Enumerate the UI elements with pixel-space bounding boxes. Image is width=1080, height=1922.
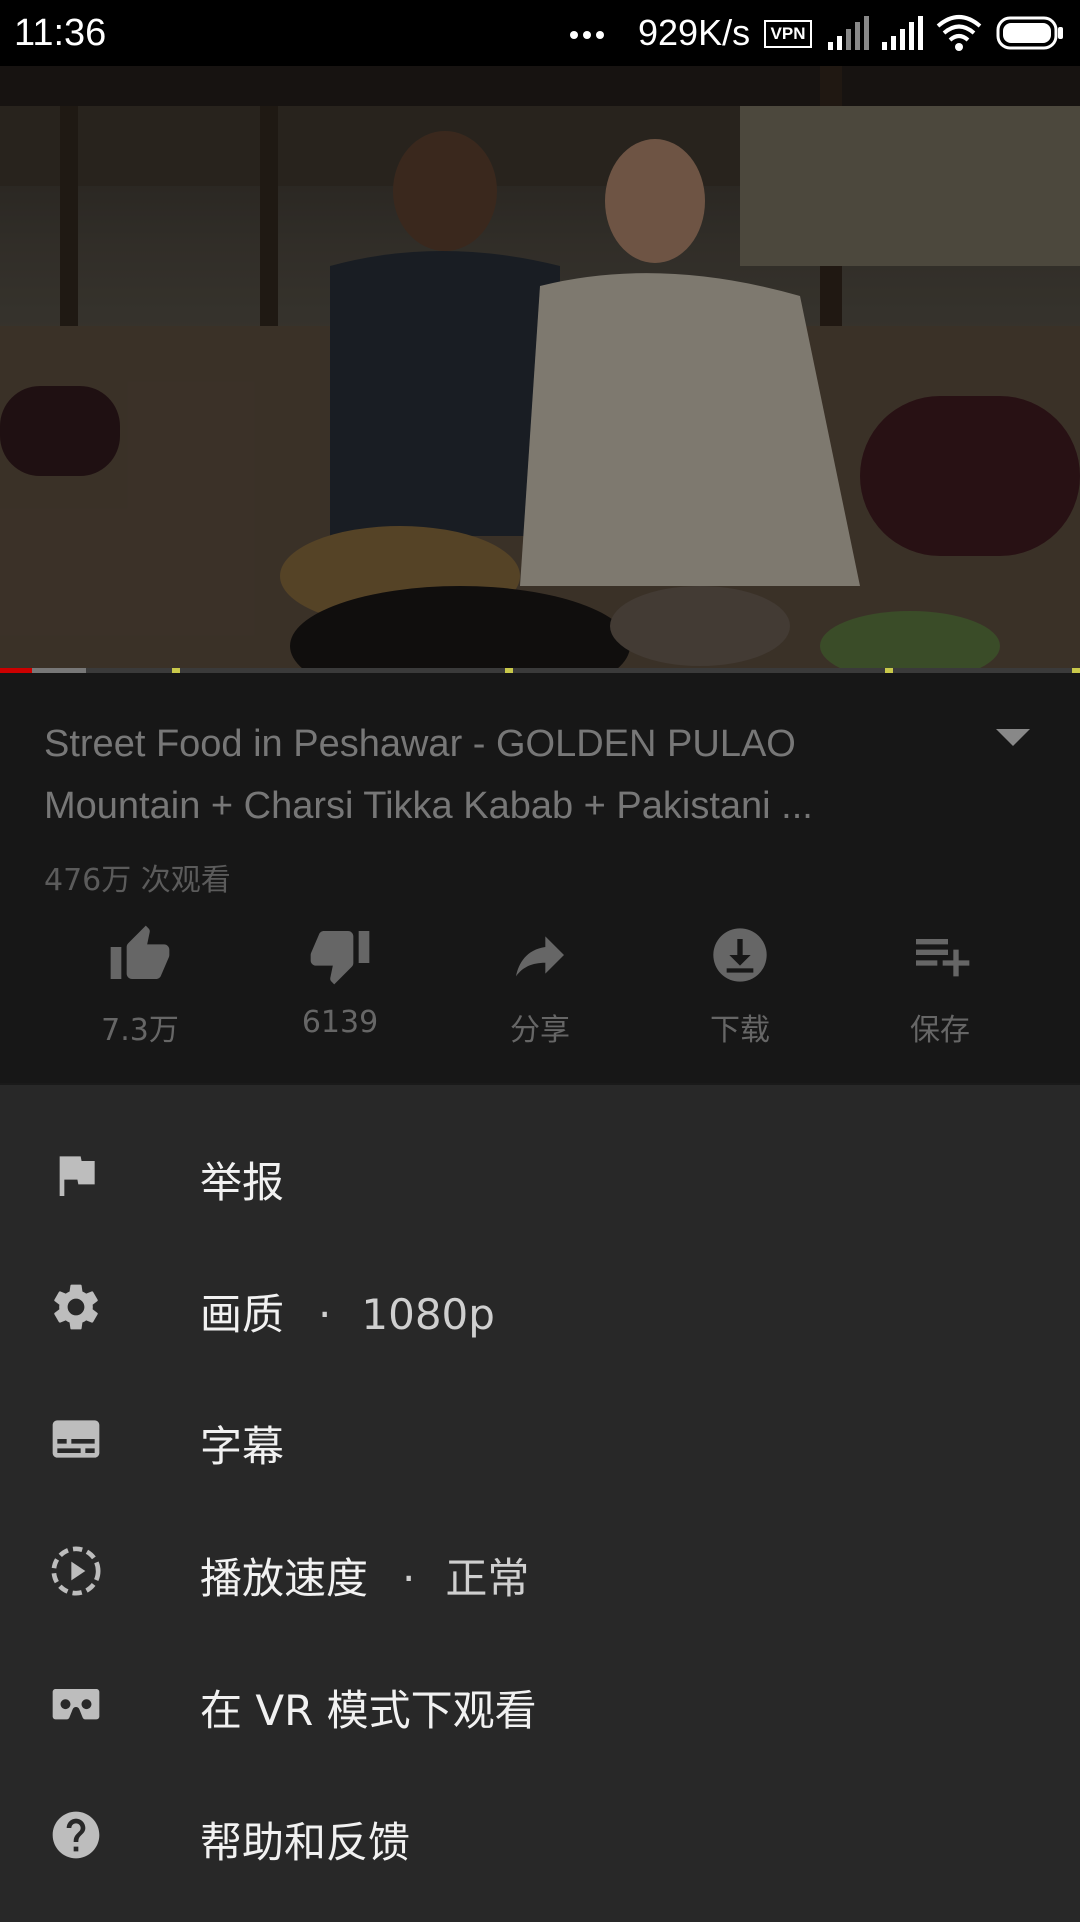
menu-item-label: 播放速度 — [200, 1554, 369, 1603]
battery-icon — [996, 16, 1063, 50]
subtitles-icon — [52, 1420, 100, 1458]
download-label: 下载 — [710, 1013, 770, 1048]
action-bar: 7.3万 6139 分享 下载 保存 — [0, 923, 1080, 1073]
separator-dot: · — [318, 1290, 332, 1339]
like-count: 7.3万 — [101, 1013, 179, 1048]
network-speed: 929K/s — [638, 12, 751, 53]
menu-item-label: 在 VR 模式下观看 — [200, 1686, 537, 1735]
share-icon — [516, 936, 564, 977]
dislike-button[interactable]: 6139 — [240, 923, 440, 1040]
menu-item-report[interactable]: 举报 — [0, 1109, 1080, 1241]
menu-item-label: 帮助和反馈 — [200, 1818, 411, 1867]
separator-dot: · — [402, 1554, 416, 1603]
menu-item-label: 画质 — [200, 1290, 285, 1339]
help-icon — [52, 1811, 100, 1859]
thumb-up-icon — [110, 925, 170, 979]
gear-icon — [54, 1284, 98, 1330]
menu-item-label: 举报 — [200, 1158, 285, 1207]
like-button[interactable]: 7.3万 — [40, 923, 240, 1049]
vpn-icon: VPN — [764, 20, 812, 48]
flag-icon — [59, 1156, 95, 1196]
download-icon — [713, 928, 767, 982]
menu-item-help-feedback[interactable]: 帮助和反馈 — [0, 1769, 1080, 1901]
menu-item-vr-mode[interactable]: 在 VR 模式下观看 — [0, 1637, 1080, 1769]
wifi-icon — [936, 15, 982, 51]
save-label: 保存 — [910, 1013, 970, 1048]
video-info-panel: Street Food in Peshawar - GOLDEN PULAO M… — [0, 673, 1080, 1083]
status-bar: 11:36 929K/s VPN — [0, 0, 1080, 66]
status-time: 11:36 — [14, 12, 107, 54]
video-title[interactable]: Street Food in Peshawar - GOLDEN PULAO M… — [44, 713, 944, 837]
playback-speed-icon — [51, 1546, 101, 1596]
more-dots-icon — [570, 24, 609, 43]
share-button[interactable]: 分享 — [440, 923, 640, 1049]
thumb-down-icon — [310, 931, 370, 985]
playlist-add-icon — [916, 939, 970, 977]
signal-icon — [882, 16, 923, 50]
video-player[interactable] — [0, 66, 1080, 672]
vr-headset-icon — [52, 1689, 100, 1720]
options-bottom-sheet: 举报 画质 · 1080p 字幕 播放速度 · 正常 在 VR 模式下观看 帮助… — [0, 1083, 1080, 1922]
menu-item-quality[interactable]: 画质 · 1080p — [0, 1241, 1080, 1373]
video-dim-overlay — [0, 66, 1080, 672]
speed-value: 正常 — [445, 1554, 530, 1603]
menu-item-playback-speed[interactable]: 播放速度 · 正常 — [0, 1505, 1080, 1637]
menu-item-subtitles[interactable]: 字幕 — [0, 1373, 1080, 1505]
view-count: 476万 次观看 — [44, 863, 231, 898]
signal-icon — [828, 16, 869, 50]
quality-value: 1080p — [361, 1290, 495, 1339]
chevron-down-icon[interactable] — [996, 729, 1030, 746]
download-button[interactable]: 下载 — [640, 923, 840, 1049]
dislike-count: 6139 — [301, 1005, 379, 1040]
save-button[interactable]: 保存 — [840, 923, 1040, 1049]
menu-item-label: 字幕 — [200, 1422, 285, 1471]
share-label: 分享 — [510, 1013, 570, 1048]
